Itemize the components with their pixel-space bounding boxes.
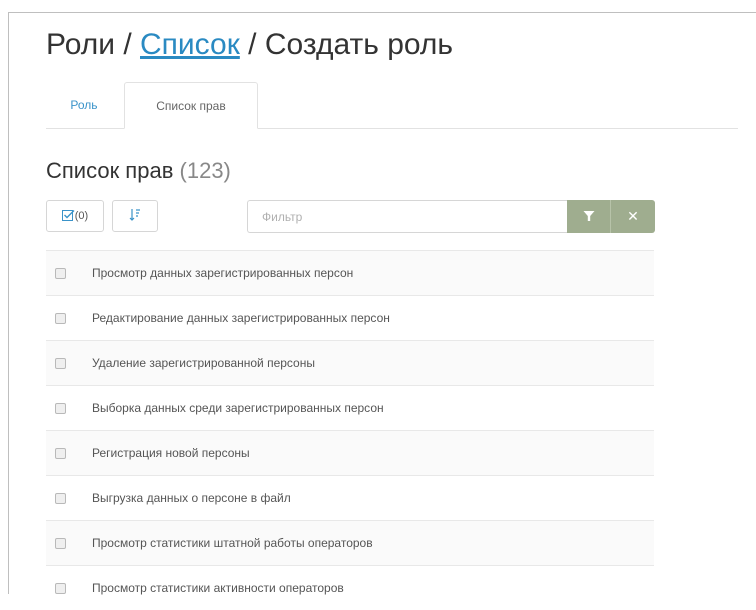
breadcrumb-separator: / [239,28,265,61]
list-item[interactable]: Редактирование данных зарегистрированных… [46,295,654,340]
page-title: Роли / Список / Создать роль [46,28,453,62]
clear-filter-button[interactable]: ✕ [610,200,655,233]
row-checkbox[interactable] [55,312,66,324]
sort-button[interactable] [112,200,158,232]
section-title: Список прав (123) [46,158,231,184]
permission-label: Удаление зарегистрированной персоны [92,356,315,370]
filter-input[interactable] [247,200,567,233]
permission-label: Просмотр данных зарегистрированных персо… [92,266,354,280]
list-item[interactable]: Просмотр статистики штатной работы опера… [46,520,654,565]
permission-label: Просмотр статистики штатной работы опера… [92,536,373,550]
checkbox-icon [61,209,75,224]
permission-label: Регистрация новой персоны [92,446,250,460]
breadcrumb-link-list[interactable]: Список [140,28,240,61]
row-checkbox[interactable] [55,447,66,459]
select-all-button[interactable]: (0) [46,200,104,232]
breadcrumb-separator: / [114,28,140,61]
funnel-icon [583,209,595,225]
list-item[interactable]: Удаление зарегистрированной персоны [46,340,654,385]
list-item[interactable]: Выборка данных среди зарегистрированных … [46,385,654,430]
permissions-list: Просмотр данных зарегистрированных персо… [46,250,654,610]
row-checkbox[interactable] [55,402,66,414]
tab-role[interactable]: Роль [46,82,122,128]
section-count: (123) [179,158,231,183]
apply-filter-button[interactable] [567,200,611,233]
sort-icon [129,208,141,224]
row-checkbox[interactable] [55,357,66,369]
close-icon: ✕ [627,208,639,224]
breadcrumb-root: Роли [46,28,115,61]
list-item[interactable]: Выгрузка данных о персоне в файл [46,475,654,520]
row-checkbox[interactable] [55,267,66,279]
list-item[interactable]: Просмотр данных зарегистрированных персо… [46,250,654,295]
permission-label: Выборка данных среди зарегистрированных … [92,401,384,415]
list-item[interactable]: Просмотр статистики активности операторо… [46,565,654,610]
section-title-text: Список прав [46,158,174,183]
permission-label: Выгрузка данных о персоне в файл [92,491,291,505]
list-item[interactable]: Регистрация новой персоны [46,430,654,475]
tab-bar: Роль Список прав [46,82,738,129]
selected-count: (0) [74,210,89,222]
row-checkbox[interactable] [55,537,66,549]
permission-label: Редактирование данных зарегистрированных… [92,311,390,325]
permission-label: Просмотр статистики активности операторо… [92,581,344,595]
breadcrumb-current: Создать роль [264,28,454,61]
tab-permissions-list[interactable]: Список прав [124,82,258,129]
row-checkbox[interactable] [55,492,66,504]
row-checkbox[interactable] [55,582,66,594]
